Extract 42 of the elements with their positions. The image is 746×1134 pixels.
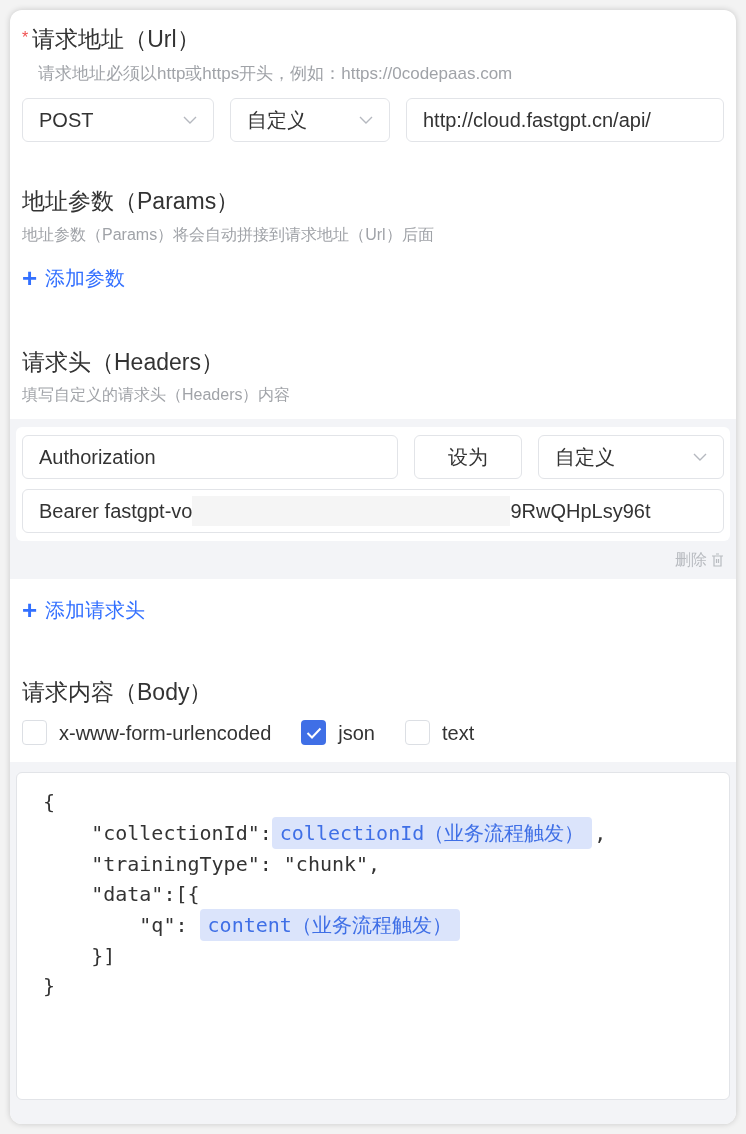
dropdown-value: 自定义 — [555, 445, 615, 470]
section-title: 请求头（Headers） — [22, 347, 225, 377]
code-text: { — [43, 788, 56, 816]
header-key-field[interactable]: Authorization — [22, 435, 398, 479]
variable-tag[interactable]: content（业务流程触发） — [199, 908, 460, 941]
chevron-down-icon — [359, 116, 373, 124]
code-text: } — [43, 972, 56, 1000]
checkbox-label: x-www-form-urlencoded — [59, 720, 272, 746]
trash-icon — [711, 553, 724, 567]
code-text: "data":[{ — [90, 880, 200, 908]
section-title: 请求内容（Body） — [22, 678, 214, 707]
section-title: 请求地址（Url） — [32, 25, 200, 54]
required-mark: * — [22, 28, 29, 48]
checkmark-icon — [305, 726, 322, 739]
set-as-button[interactable]: 设为 — [414, 435, 522, 479]
checkbox[interactable] — [405, 720, 430, 745]
code-text: "trainingType": "chunk", — [90, 850, 381, 878]
dropdown[interactable]: 自定义 — [230, 98, 390, 142]
chevron-down-icon — [693, 453, 707, 461]
add-button[interactable]: + 添加参数 — [22, 262, 724, 293]
code-text: , — [594, 819, 607, 847]
checkbox[interactable] — [22, 720, 47, 745]
checkbox-label: text — [442, 720, 475, 746]
code-text: }] — [90, 942, 116, 970]
code-text: "q": — [138, 911, 189, 939]
section-title: 地址参数（Params） — [22, 187, 241, 216]
checkbox-label: json — [338, 720, 375, 746]
dropdown[interactable]: 自定义 — [538, 435, 724, 479]
header-value-field[interactable]: Bearer fastgpt-vo 9RwQHpLsy96t — [22, 489, 724, 533]
dropdown[interactable]: POST — [22, 98, 214, 142]
add-button[interactable]: + 添加请求头 — [22, 595, 724, 625]
code-text: "collectionId": — [90, 819, 272, 847]
dropdown-value: POST — [39, 108, 94, 133]
dropdown-value: 自定义 — [247, 108, 307, 133]
hint-text: 填写自定义的请求头（Headers）内容 — [22, 385, 292, 405]
chevron-down-icon — [183, 116, 197, 124]
url-field[interactable]: http://cloud.fastgpt.cn/api/ — [406, 98, 724, 142]
variable-tag[interactable]: collectionId（业务流程触发） — [271, 816, 593, 849]
hint-text: 地址参数（Params）将会自动拼接到请求地址（Url）后面 — [22, 224, 435, 245]
code-editor[interactable]: { "collectionId": collectionId（业务流程触发） , "trainingType": "chunk", "data":[{ "q": content（业务流程触发） }] } — [16, 771, 730, 1100]
checkbox[interactable] — [301, 720, 327, 745]
hint-text: 请求地址必须以http或https开头，例如：https://0codepaas.com — [37, 62, 514, 85]
